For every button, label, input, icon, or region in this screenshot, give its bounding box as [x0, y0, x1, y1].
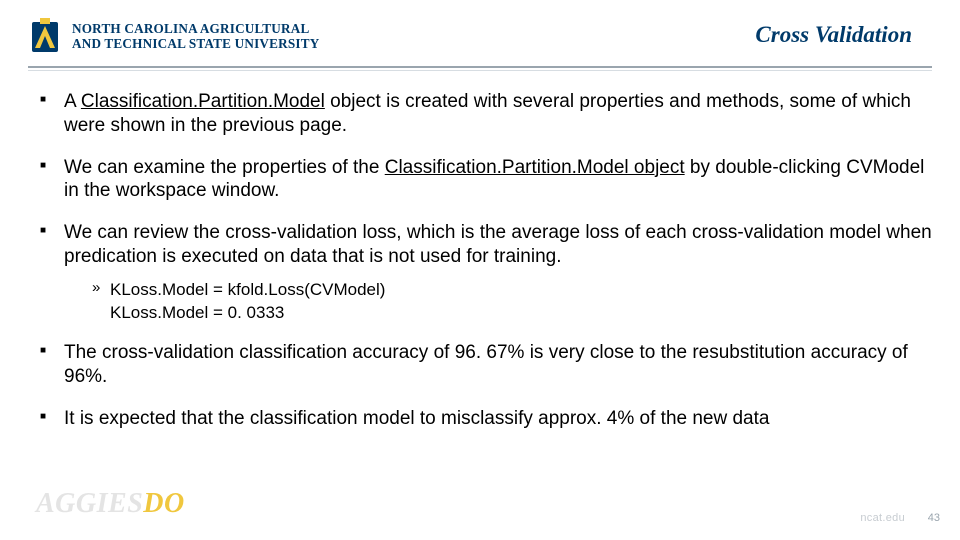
content-area: A Classification.Partition.Model object … [36, 90, 932, 510]
watermark: AGGIESDO [36, 488, 185, 520]
text: A [64, 91, 81, 112]
slide: NORTH CAROLINA AGRICULTURAL AND TECHNICA… [0, 0, 960, 540]
bullet-list: A Classification.Partition.Model object … [36, 90, 932, 430]
university-logo-icon [28, 16, 62, 56]
text: We can review the cross-validation loss,… [64, 222, 932, 267]
bullet-item: A Classification.Partition.Model object … [36, 90, 932, 138]
sub-bullet-item: KLoss.Model = kfold.Loss(CVModel) [92, 279, 932, 300]
logo-block: NORTH CAROLINA AGRICULTURAL AND TECHNICA… [28, 16, 319, 56]
sub-bullet-followup: KLoss.Model = 0. 0333 [64, 302, 932, 323]
institution-name: NORTH CAROLINA AGRICULTURAL AND TECHNICA… [72, 21, 319, 51]
footer-url: ncat.edu [860, 512, 905, 524]
bullet-item: We can review the cross-validation loss,… [36, 221, 932, 323]
underlined-term: Classification.Partition.Model object [385, 157, 685, 178]
underlined-term: Classification.Partition.Model [81, 91, 325, 112]
watermark-part-2: DO [143, 488, 184, 519]
bullet-item: The cross-validation classification accu… [36, 341, 932, 389]
institution-line-2: AND TECHNICAL STATE UNIVERSITY [72, 36, 319, 51]
page-number: 43 [928, 512, 940, 524]
header-rule-thick [28, 66, 932, 68]
slide-title: Cross Validation [755, 22, 912, 48]
bullet-item: It is expected that the classification m… [36, 407, 932, 431]
header: NORTH CAROLINA AGRICULTURAL AND TECHNICA… [0, 0, 960, 72]
sub-bullet-list: KLoss.Model = kfold.Loss(CVModel) [64, 279, 932, 300]
bullet-item: We can examine the properties of the Cla… [36, 156, 932, 204]
text: We can examine the properties of the [64, 157, 385, 178]
watermark-part-1: AGGIES [36, 488, 143, 519]
institution-line-1: NORTH CAROLINA AGRICULTURAL [72, 21, 309, 36]
header-rule-thin [28, 70, 932, 71]
